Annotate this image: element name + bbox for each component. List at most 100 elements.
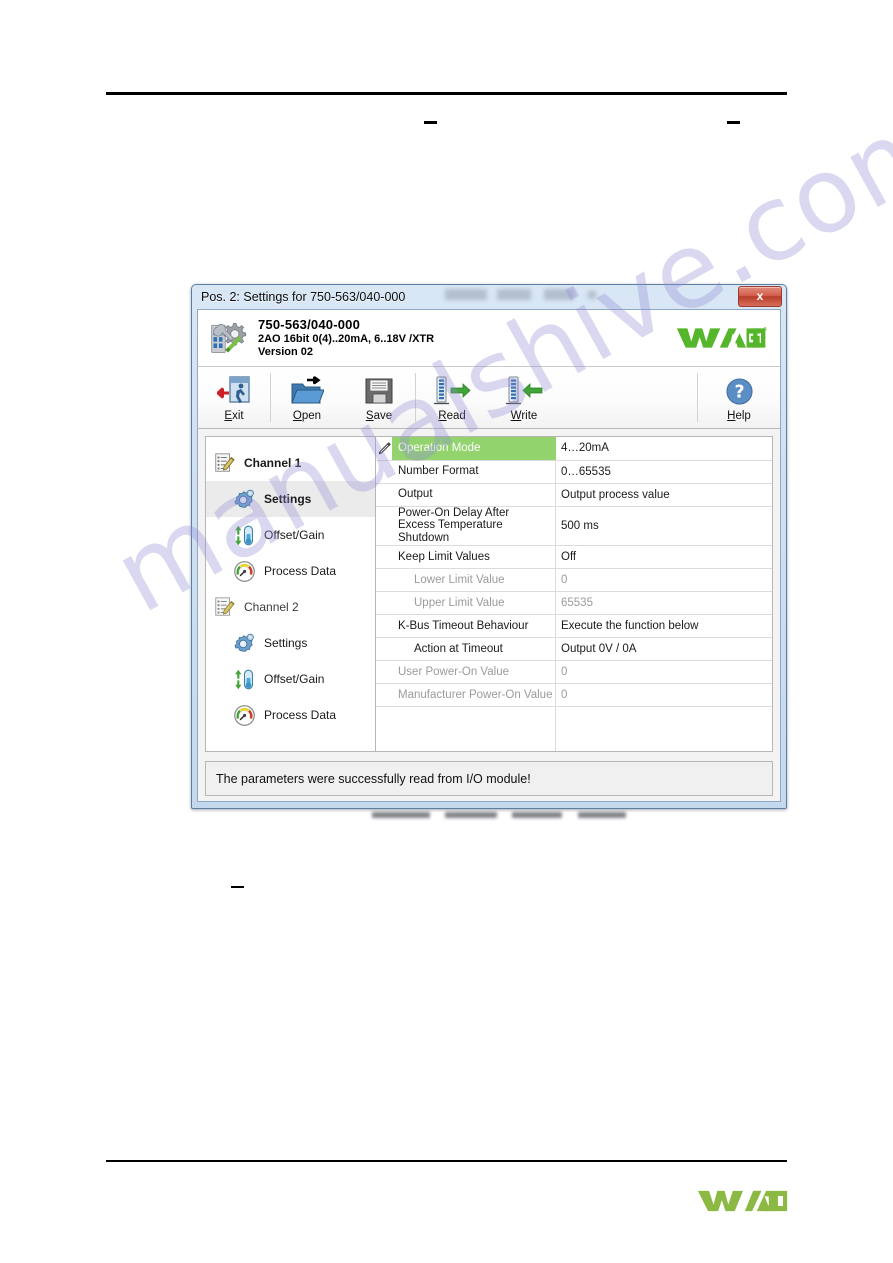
exit-button[interactable]: Exit — [198, 367, 270, 428]
edit-marker-cell — [376, 506, 392, 547]
edit-marker-cell — [376, 706, 392, 751]
status-bar: The parameters were successfully read fr… — [205, 761, 773, 796]
parameter-name-cell: Lower Limit Value — [392, 568, 556, 593]
read-button[interactable]: Read — [416, 367, 488, 428]
parameter-value-cell[interactable]: 0…65535 — [555, 460, 772, 484]
help-button[interactable]: ? Help — [698, 367, 780, 428]
table-row: Lower Limit Value 0 — [376, 568, 772, 593]
header-mark-right — [727, 121, 740, 124]
folder-open-arrow-icon — [290, 376, 324, 406]
table-row[interactable]: Power-On Delay After Excess Temperature … — [376, 506, 772, 547]
edit-marker-cell — [376, 683, 392, 708]
edit-marker-cell — [376, 614, 392, 639]
gear-icon — [232, 487, 256, 511]
parameter-value-cell: 0 — [555, 568, 772, 593]
table-row: User Power-On Value 0 — [376, 660, 772, 685]
parameter-value-cell: 0 — [555, 660, 772, 685]
tree-item-channel-2-settings[interactable]: Settings — [206, 625, 375, 661]
module-arrow-left-icon — [504, 376, 544, 406]
open-button-label: Open — [292, 410, 322, 422]
scan-artifact — [372, 812, 430, 818]
wago-logo: ® — [676, 323, 768, 353]
table-row[interactable]: Action at Timeout Output 0V / 0A — [376, 637, 772, 662]
tree-item-channel-1-process-data[interactable]: Process Data — [206, 553, 375, 589]
parameter-name: Manufacturer Power-On Value — [398, 688, 553, 701]
parameter-name-cell: Power-On Delay After Excess Temperature … — [392, 506, 556, 547]
dialog-titlebar: Pos. 2: Settings for 750-563/040-000 x — [192, 285, 786, 309]
table-row[interactable]: Keep Limit Values Off — [376, 545, 772, 570]
dialog-content-frame: 750-563/040-000 2AO 16bit 0(4)..20mA, 6.… — [197, 309, 781, 802]
footer-wago-logo — [697, 1188, 789, 1214]
parameter-value-cell[interactable]: Output process value — [555, 483, 772, 507]
edit-marker-cell — [376, 545, 392, 570]
offset-gain-icon — [232, 523, 256, 547]
parameter-table: Operation Mode 4…20mA Number Format 0…65… — [375, 436, 773, 752]
parameter-value: 500 ms — [561, 519, 599, 532]
floppy-disk-icon — [364, 376, 394, 406]
parameter-grid: Operation Mode 4…20mA Number Format 0…65… — [376, 437, 773, 751]
svg-text:?: ? — [734, 382, 744, 402]
parameter-value: Off — [561, 551, 577, 564]
page-header-rule — [106, 92, 787, 95]
help-button-label: Help — [727, 410, 751, 422]
body-mark — [231, 886, 244, 888]
parameter-name: Keep Limit Values — [398, 550, 490, 563]
tree-item-channel-2[interactable]: Channel 2 — [206, 589, 375, 625]
tree-item-channel-1-settings[interactable]: Settings — [206, 481, 375, 517]
table-row[interactable]: Number Format 0…65535 — [376, 460, 772, 484]
parameter-name: Number Format — [398, 465, 479, 478]
tree-item-channel-1[interactable]: Channel 1 — [206, 445, 375, 481]
save-button[interactable]: Save — [343, 367, 415, 428]
pencil-icon — [376, 441, 392, 456]
parameter-value-cell[interactable]: Execute the function below — [555, 614, 772, 639]
module-settings-icon — [208, 318, 248, 358]
edit-marker-cell — [376, 460, 392, 484]
parameter-value-cell[interactable]: 4…20mA — [555, 437, 772, 461]
edit-marker-cell — [376, 591, 392, 616]
exit-button-label: Exit — [224, 410, 244, 422]
parameter-name-cell: Action at Timeout — [392, 637, 556, 662]
parameter-value-cell[interactable]: 500 ms — [555, 506, 772, 547]
scan-artifact — [578, 812, 626, 818]
parameter-value: 4…20mA — [561, 442, 609, 455]
navigation-tree: Channel 1 Settings Offset/Gain Process D… — [205, 436, 375, 752]
tree-item-channel-1-offset-gain[interactable]: Offset/Gain — [206, 517, 375, 553]
parameter-value-cell[interactable]: Off — [555, 545, 772, 570]
parameter-name-cell: Operation Mode — [392, 437, 556, 461]
gear-icon — [232, 631, 256, 655]
tree-item-channel-2-process-data[interactable]: Process Data — [206, 697, 375, 733]
parameter-name-cell: Number Format — [392, 460, 556, 484]
open-button[interactable]: Open — [271, 367, 343, 428]
parameter-value: Execute the function below — [561, 620, 699, 633]
parameter-name-line-2: Excess Temperature Shutdown — [398, 519, 503, 545]
parameter-value: 0 — [561, 689, 568, 702]
table-row[interactable]: Output Output process value — [376, 483, 772, 507]
table-row[interactable]: K-Bus Timeout Behaviour Execute the func… — [376, 614, 772, 639]
close-button[interactable]: x — [738, 285, 782, 307]
channel-document-icon — [212, 595, 236, 619]
channel-document-icon — [212, 451, 236, 475]
write-button[interactable]: Write — [488, 367, 560, 428]
edit-marker-cell — [376, 483, 392, 507]
parameter-name-cell: Keep Limit Values — [392, 545, 556, 570]
parameter-value: 0 — [561, 666, 568, 679]
table-row[interactable]: Operation Mode 4…20mA — [376, 437, 772, 461]
module-arrow-right-icon — [432, 376, 472, 406]
parameter-name: K-Bus Timeout Behaviour — [398, 619, 529, 632]
parameter-value-cell[interactable]: Output 0V / 0A — [555, 637, 772, 662]
tree-item-channel-2-offset-gain[interactable]: Offset/Gain — [206, 661, 375, 697]
parameter-name: Operation Mode — [398, 441, 481, 454]
save-button-label: Save — [365, 410, 393, 422]
tree-item-label: Process Data — [264, 564, 337, 578]
tree-item-label: Settings — [264, 636, 308, 650]
question-mark-circle-icon: ? — [725, 376, 754, 406]
filler-value-cell — [556, 707, 773, 751]
scan-artifact — [445, 812, 497, 818]
gauge-icon — [232, 703, 256, 727]
parameter-name: Lower Limit Value — [414, 573, 505, 586]
dialog-body: Channel 1 Settings Offset/Gain Process D… — [198, 429, 780, 756]
parameter-value: Output 0V / 0A — [561, 643, 637, 656]
tree-item-label: Process Data — [264, 708, 337, 722]
tree-item-label: Offset/Gain — [264, 672, 325, 686]
module-description: 2AO 16bit 0(4)..20mA, 6..18V /XTR — [258, 332, 435, 345]
